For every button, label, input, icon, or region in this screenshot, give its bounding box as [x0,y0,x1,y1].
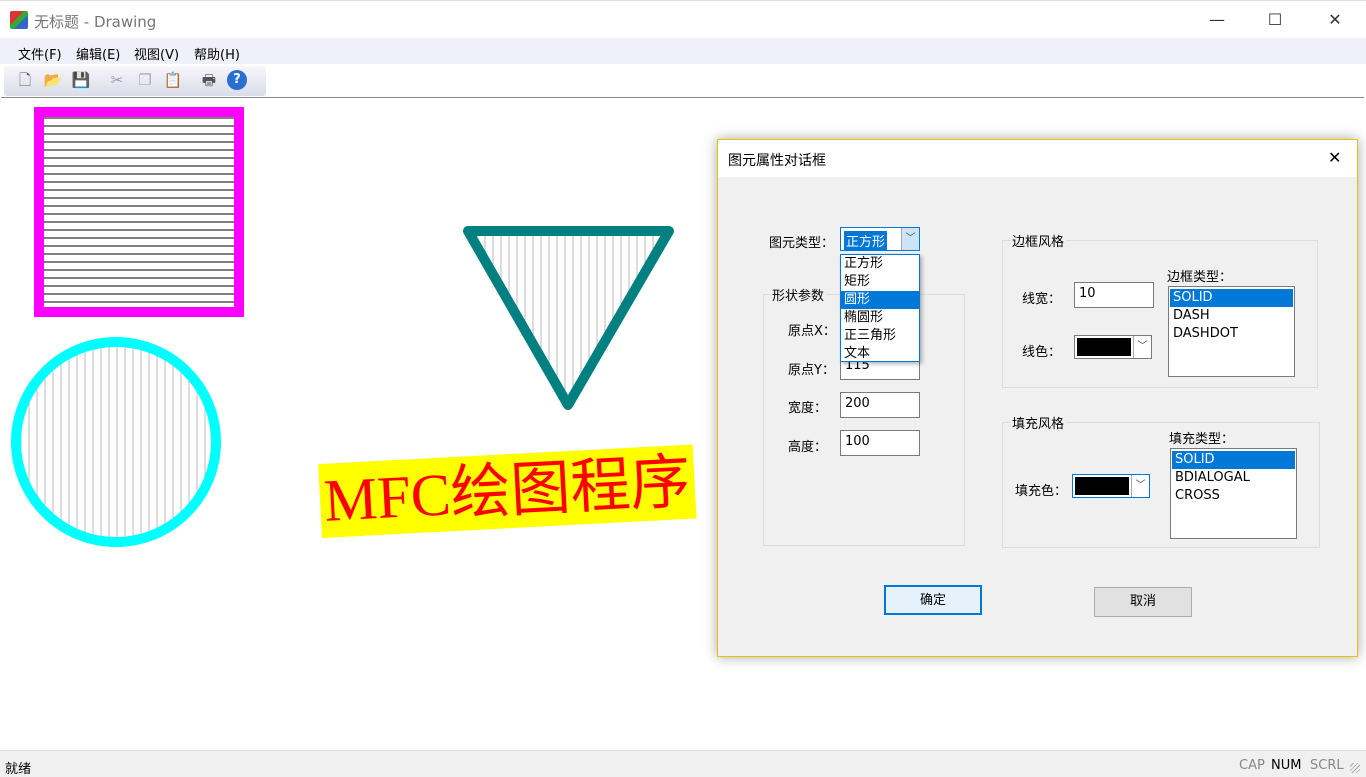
num-indicator: NUM [1271,758,1302,773]
shape-params-label: 形状参数 [770,285,827,304]
height-label: 高度： [788,440,828,455]
border-type-label: 边框类型： [1167,270,1233,285]
type-option[interactable]: 正方形 [841,255,919,273]
resize-grip-icon[interactable] [1350,763,1360,773]
menu-help[interactable]: 帮助(H) [194,44,240,63]
line-width-input[interactable]: 10 [1074,282,1154,308]
fill-style-label: 填充风格 [1010,413,1067,432]
line-width-label: 线宽： [1022,292,1062,307]
fill-type-label: 填充类型： [1169,432,1235,447]
close-button[interactable]: ✕ [1324,9,1346,31]
type-combo-value: 正方形 [844,231,888,250]
type-option[interactable]: 椭圆形 [841,309,919,327]
cut-icon[interactable]: ✂ [107,70,127,90]
chevron-down-icon[interactable]: ﹀ [1131,475,1149,497]
print-icon[interactable]: 🖶 [199,70,219,90]
dialog-title-bar: 图元属性对话框 ✕ [718,140,1357,177]
chevron-down-icon[interactable]: ﹀ [901,228,919,250]
window-title: 无标题 - Drawing [34,13,157,31]
width-label: 宽度： [788,401,828,416]
status-bar: 就绪 CAP NUM SCRL [0,750,1366,777]
menu-view[interactable]: 视图(V) [134,44,179,63]
app-icon [10,11,28,29]
cancel-button[interactable]: 取消 [1094,587,1192,617]
line-color-swatch [1077,338,1131,356]
circle-shape [11,337,221,547]
fill-type-list[interactable]: SOLID BDIALOGAL CROSS [1170,448,1297,539]
type-dropdown-list: 正方形 矩形 圆形 椭圆形 正三角形 文本 [840,254,920,362]
cap-indicator: CAP [1239,758,1265,773]
new-file-icon[interactable]: 🗋 [15,70,35,90]
scrl-indicator: SCRL [1310,758,1344,773]
y-label: 原点Y： [788,363,835,378]
title-bar: 无标题 - Drawing — ☐ ✕ [0,0,1366,38]
type-option-highlighted[interactable]: 圆形 [841,291,919,309]
open-folder-icon[interactable]: 📂 [43,70,63,90]
help-icon[interactable]: ? [227,70,247,90]
fill-color-combo[interactable]: ﹀ [1072,474,1150,498]
shape-properties-dialog: 图元属性对话框 ✕ 图元类型： 正方形 ﹀ 形状参数 原点X： 原点Y： 115… [717,139,1358,657]
menu-file[interactable]: 文件(F) [18,44,62,63]
border-type-item[interactable]: DASH [1170,307,1293,325]
width-input[interactable]: 200 [840,392,920,418]
line-color-label: 线色： [1022,345,1062,360]
fill-type-item[interactable]: CROSS [1172,487,1295,505]
dialog-close-button[interactable]: ✕ [1328,148,1341,167]
minimize-button[interactable]: — [1206,9,1228,31]
dialog-title: 图元属性对话框 [728,153,826,169]
x-label: 原点X： [788,324,836,339]
chevron-down-icon[interactable]: ﹀ [1133,336,1151,358]
border-type-list[interactable]: SOLID DASH DASHDOT [1168,286,1295,377]
fill-type-item[interactable]: BDIALOGAL [1172,469,1295,487]
border-type-item[interactable]: SOLID [1170,289,1293,307]
copy-icon[interactable]: ❐ [135,70,155,90]
border-style-label: 边框风格 [1010,231,1067,250]
fill-type-item[interactable]: SOLID [1172,451,1295,469]
fill-color-label: 填充色： [1015,484,1068,499]
type-option[interactable]: 文本 [841,345,919,363]
paste-icon[interactable]: 📋 [163,70,183,90]
triangle-shape [463,226,674,410]
save-icon[interactable]: 💾 [71,70,91,90]
height-input[interactable]: 100 [840,430,920,456]
status-text: 就绪 [5,762,32,777]
square-shape [34,107,244,317]
menu-edit[interactable]: 编辑(E) [76,44,120,63]
type-combo[interactable]: 正方形 ﹀ [840,227,920,251]
fill-color-swatch [1075,477,1129,495]
line-color-combo[interactable]: ﹀ [1074,335,1152,359]
ok-button[interactable]: 确定 [884,585,982,615]
border-type-item[interactable]: DASHDOT [1170,325,1293,343]
type-label: 图元类型： [769,236,835,251]
type-option[interactable]: 矩形 [841,273,919,291]
maximize-button[interactable]: ☐ [1264,9,1286,31]
type-option[interactable]: 正三角形 [841,327,919,345]
